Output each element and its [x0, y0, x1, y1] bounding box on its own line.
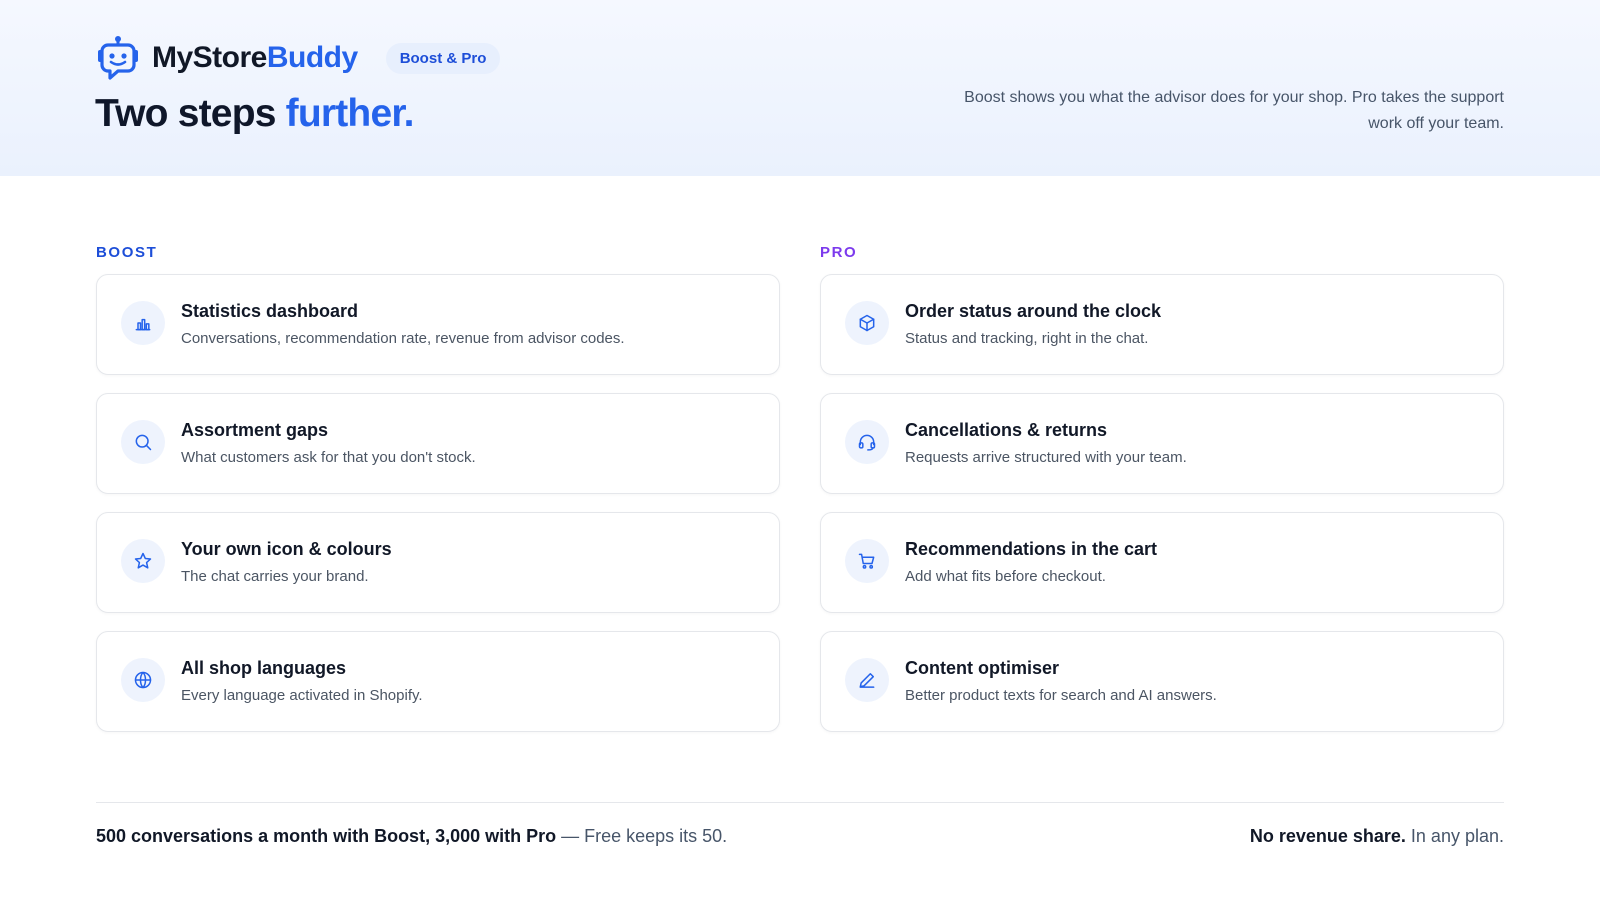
revenue-share-muted: In any plan.	[1405, 826, 1504, 846]
feature-card-order-status: Order status around the clock Status and…	[820, 274, 1504, 375]
footer-divider	[96, 802, 1504, 803]
package-icon	[845, 301, 889, 345]
pen-icon	[845, 658, 889, 702]
feature-title: Recommendations in the cart	[905, 539, 1158, 559]
feature-description: Status and tracking, right in the chat.	[905, 330, 1149, 347]
feature-description: Better product texts for search and AI a…	[905, 687, 1217, 704]
brand-name: MyStoreBuddy	[152, 41, 358, 75]
page-title-main: Two steps	[95, 92, 276, 135]
revenue-share-strong: No revenue share.	[1249, 826, 1406, 846]
feature-title: Order status around the clock	[905, 301, 1162, 321]
boost-column-label: BOOST	[96, 244, 158, 261]
bar-chart-icon	[121, 301, 165, 345]
robot-logo-icon	[98, 36, 138, 80]
feature-title: Statistics dashboard	[181, 301, 359, 321]
feature-description: Conversations, recommendation rate, reve…	[181, 330, 625, 347]
conversation-limits-note: 500 conversations a month with Boost, 3,…	[96, 826, 727, 847]
feature-card-content-optimiser: Content optimiser Better product texts f…	[820, 631, 1504, 732]
conversation-limits-muted: — Free keeps its 50.	[556, 826, 728, 846]
cart-icon	[845, 539, 889, 583]
page-title: Two steps further.	[95, 92, 414, 136]
page-title-accent: further.	[285, 92, 415, 135]
plan-badge: Boost & Pro	[385, 42, 501, 74]
pro-column-label: PRO	[820, 244, 858, 261]
feature-card-assortment-gaps: Assortment gaps What customers ask for t…	[96, 393, 780, 494]
star-icon	[121, 539, 165, 583]
brand-row: MyStoreBuddy Boost & Pro	[96, 34, 501, 82]
feature-card-cancellations-returns: Cancellations & returns Requests arrive …	[820, 393, 1504, 494]
feature-description: What customers ask for that you don't st…	[181, 449, 476, 466]
boost-feature-list: Statistics dashboard Conversations, reco…	[96, 274, 780, 750]
feature-card-own-icon-colours: Your own icon & colours The chat carries…	[96, 512, 780, 613]
feature-card-statistics: Statistics dashboard Conversations, reco…	[96, 274, 780, 375]
feature-description: Every language activated in Shopify.	[181, 687, 423, 704]
feature-title: Your own icon & colours	[181, 539, 392, 559]
feature-description: The chat carries your brand.	[181, 568, 369, 585]
feature-description: Requests arrive structured with your tea…	[905, 449, 1187, 466]
headset-icon	[845, 420, 889, 464]
search-icon	[121, 420, 165, 464]
feature-description: Add what fits before checkout.	[905, 568, 1106, 585]
brand-name-part2: Buddy	[266, 41, 358, 74]
hero-subtitle: Boost shows you what the advisor does fo…	[964, 89, 1504, 132]
feature-card-shop-languages: All shop languages Every language activa…	[96, 631, 780, 732]
feature-title: Assortment gaps	[181, 420, 329, 440]
feature-title: Cancellations & returns	[905, 420, 1108, 440]
brand-name-part1: MyStore	[152, 41, 267, 74]
globe-icon	[121, 658, 165, 702]
feature-title: All shop languages	[181, 658, 347, 678]
hero-banner: MyStoreBuddy Boost & Pro Two steps furth…	[0, 0, 1600, 176]
revenue-share-note: No revenue share. In any plan.	[1250, 826, 1504, 847]
feature-card-cart-recommendations: Recommendations in the cart Add what fit…	[820, 512, 1504, 613]
pro-feature-list: Order status around the clock Status and…	[820, 274, 1504, 750]
conversation-limits-strong: 500 conversations a month with Boost, 3,…	[96, 826, 557, 846]
feature-title: Content optimiser	[905, 658, 1060, 678]
